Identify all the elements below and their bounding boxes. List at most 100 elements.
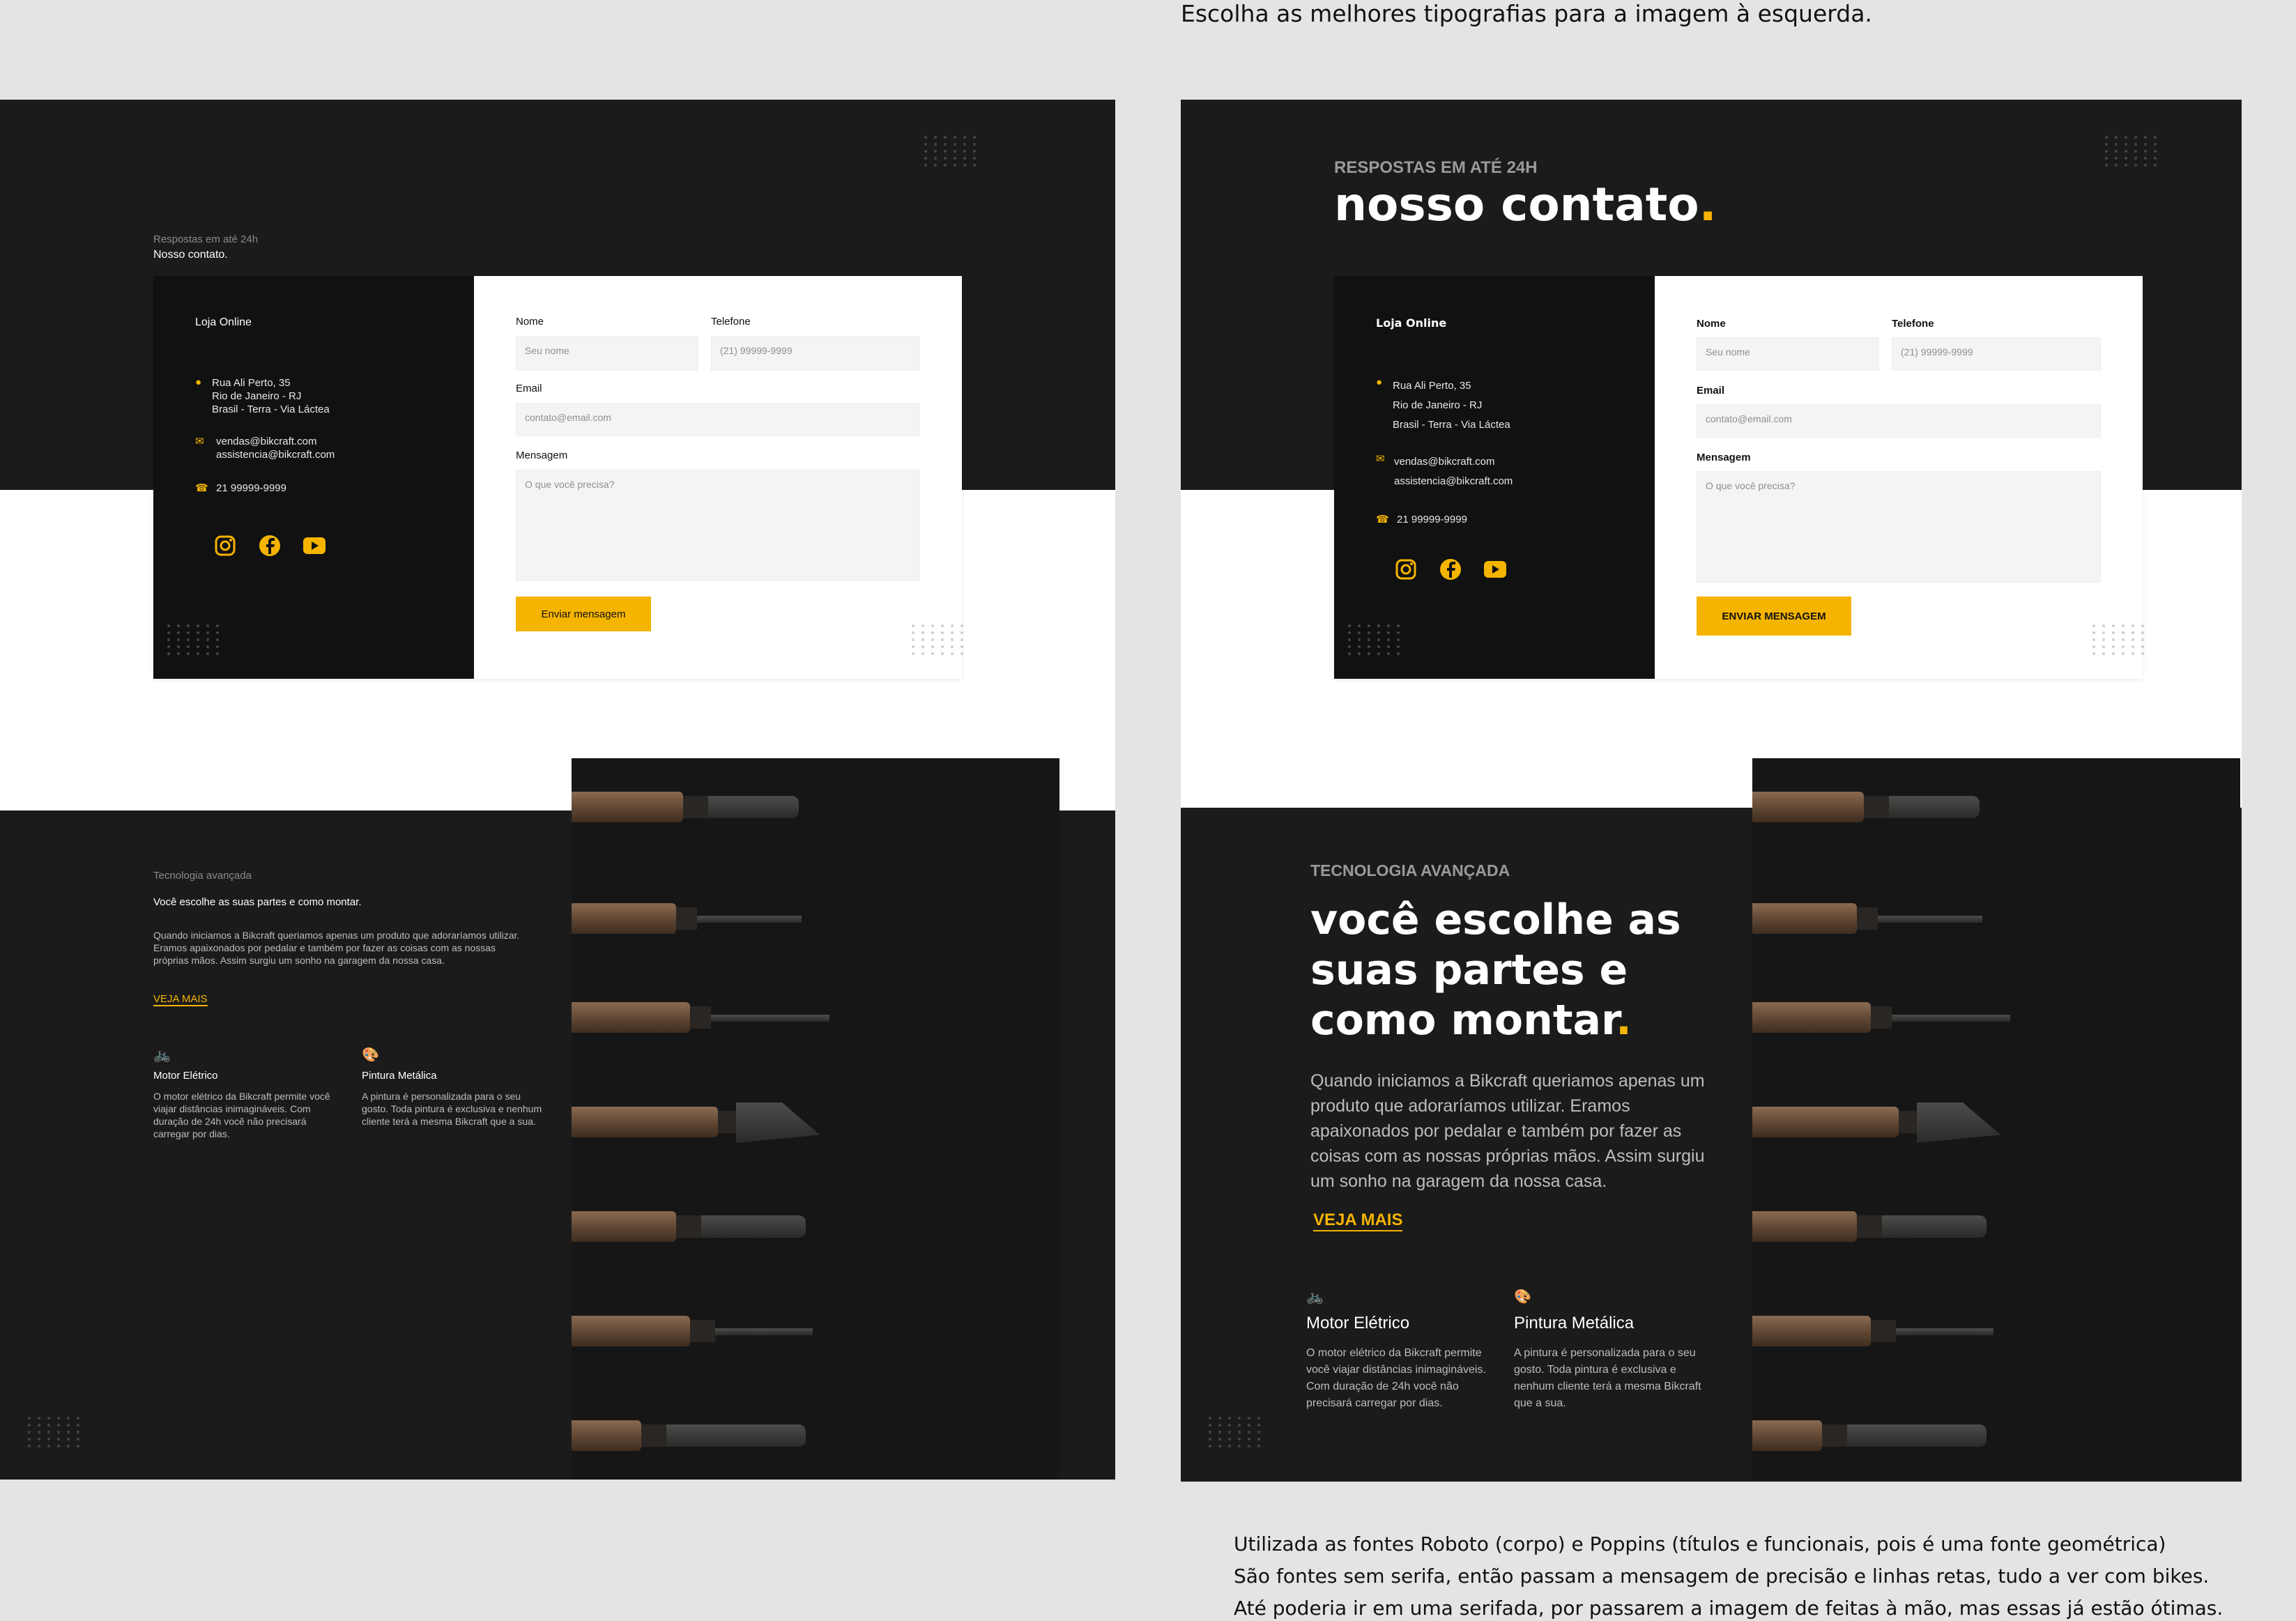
- dot: [921, 624, 924, 627]
- youtube-icon[interactable]: [1483, 558, 1507, 581]
- dot: [47, 1424, 50, 1427]
- chisel-ferrule: [1857, 1215, 1882, 1238]
- dot: [934, 136, 937, 139]
- dot: [931, 638, 934, 641]
- email-input[interactable]: contato@email.com: [516, 403, 920, 436]
- dot: [206, 652, 209, 655]
- dots-decoration: [167, 624, 222, 655]
- dot: [1348, 652, 1351, 655]
- dot: [216, 638, 219, 641]
- dot: [2154, 150, 2157, 153]
- chisel-blade: [701, 1215, 806, 1238]
- chisel-handle: [572, 1211, 676, 1242]
- dot: [954, 143, 956, 146]
- veja-mais-link[interactable]: VEJA MAIS: [153, 993, 208, 1006]
- email-icon: ✉: [1376, 453, 1385, 465]
- dot: [924, 157, 927, 160]
- chisel-blade: [711, 1015, 829, 1022]
- footer-notes: Utilizada as fontes Roboto (corpo) e Pop…: [1234, 1528, 2223, 1621]
- dot: [57, 1445, 60, 1447]
- dot: [924, 136, 927, 139]
- dot: [177, 652, 180, 655]
- dot: [67, 1417, 70, 1420]
- dot: [206, 631, 209, 634]
- dot: [1248, 1417, 1250, 1420]
- dot: [57, 1431, 60, 1434]
- dot: [2144, 136, 2147, 139]
- dot: [2125, 157, 2127, 160]
- phone-label: Telefone: [711, 316, 751, 328]
- dot: [2092, 624, 2095, 627]
- youtube-icon[interactable]: [303, 534, 326, 558]
- bike-icon: 🚲: [153, 1047, 171, 1063]
- dot: [2102, 631, 2105, 634]
- dot: [931, 624, 934, 627]
- dot: [28, 1438, 31, 1441]
- email-line[interactable]: assistencia@bikcraft.com: [1394, 472, 1513, 491]
- facebook-icon[interactable]: [258, 534, 282, 558]
- email-input[interactable]: contato@email.com: [1697, 404, 2101, 438]
- dot: [1228, 1431, 1231, 1434]
- dot: [2134, 136, 2137, 139]
- email-line[interactable]: assistencia@bikcraft.com: [216, 448, 335, 461]
- chisel-blade: [1847, 1424, 1987, 1447]
- dot: [2132, 638, 2134, 641]
- dot: [197, 645, 199, 648]
- dot: [1397, 631, 1400, 634]
- bike-icon: 🚲: [1306, 1289, 1324, 1305]
- phone-input[interactable]: (21) 99999-9999: [1892, 337, 2101, 371]
- phone-input[interactable]: (21) 99999-9999: [711, 336, 920, 371]
- address-line: Brasil - Terra - Via Láctea: [1393, 419, 1510, 431]
- phone-line[interactable]: 21 99999-9999: [216, 482, 286, 495]
- tech-body: Quando iniciamos a Bikcraft queriamos ap…: [1310, 1071, 1705, 1191]
- dot: [57, 1424, 60, 1427]
- dot: [187, 638, 190, 641]
- message-textarea[interactable]: O que você precisa?: [516, 470, 920, 581]
- dot: [216, 652, 219, 655]
- dot: [167, 645, 170, 648]
- name-input[interactable]: Seu nome: [1697, 337, 1879, 371]
- dot: [2144, 150, 2147, 153]
- chisel-ferrule: [676, 907, 697, 930]
- dot: [38, 1438, 40, 1441]
- tech-title: Você escolhe as suas partes e como monta…: [153, 896, 362, 908]
- submit-button[interactable]: ENVIAR MENSAGEM: [1697, 597, 1851, 636]
- feature-text: O motor elétrico da Bikcraft permite voc…: [153, 1091, 330, 1139]
- dot: [1218, 1438, 1221, 1441]
- dot: [912, 624, 914, 627]
- submit-button[interactable]: Enviar mensagem: [516, 597, 651, 631]
- dot: [1387, 638, 1390, 641]
- chisel-blade: [666, 1424, 806, 1447]
- dots-decoration: [2105, 136, 2159, 167]
- dot: [197, 624, 199, 627]
- dot: [1368, 638, 1370, 641]
- instagram-icon[interactable]: [213, 534, 237, 558]
- message-label: Mensagem: [1697, 452, 1751, 463]
- dot: [2122, 624, 2125, 627]
- instagram-icon[interactable]: [1394, 558, 1418, 581]
- dot: [216, 624, 219, 627]
- dot: [2125, 143, 2127, 146]
- chisel-ferrule: [676, 1215, 701, 1238]
- dot: [2102, 652, 2105, 655]
- dot: [2102, 624, 2105, 627]
- dot: [941, 624, 944, 627]
- dot: [1368, 631, 1370, 634]
- veja-mais-link[interactable]: VEJA MAIS: [1313, 1211, 1403, 1231]
- dot: [47, 1417, 50, 1420]
- dot: [2102, 638, 2105, 641]
- phone-line[interactable]: 21 99999-9999: [1397, 513, 1467, 526]
- dot: [2122, 631, 2125, 634]
- location-pin-icon: ●: [195, 376, 202, 388]
- dot: [944, 164, 947, 167]
- dot: [1397, 638, 1400, 641]
- name-input[interactable]: Seu nome: [516, 336, 698, 371]
- email-line[interactable]: vendas@bikcraft.com: [216, 435, 335, 448]
- email-line[interactable]: vendas@bikcraft.com: [1394, 452, 1513, 472]
- dot: [1397, 652, 1400, 655]
- contact-title: nosso contato.: [1334, 178, 1717, 231]
- dot: [961, 638, 963, 641]
- chisel-blade: [1892, 1015, 2010, 1022]
- facebook-icon[interactable]: [1439, 558, 1462, 581]
- message-textarea[interactable]: O que você precisa?: [1697, 471, 2101, 583]
